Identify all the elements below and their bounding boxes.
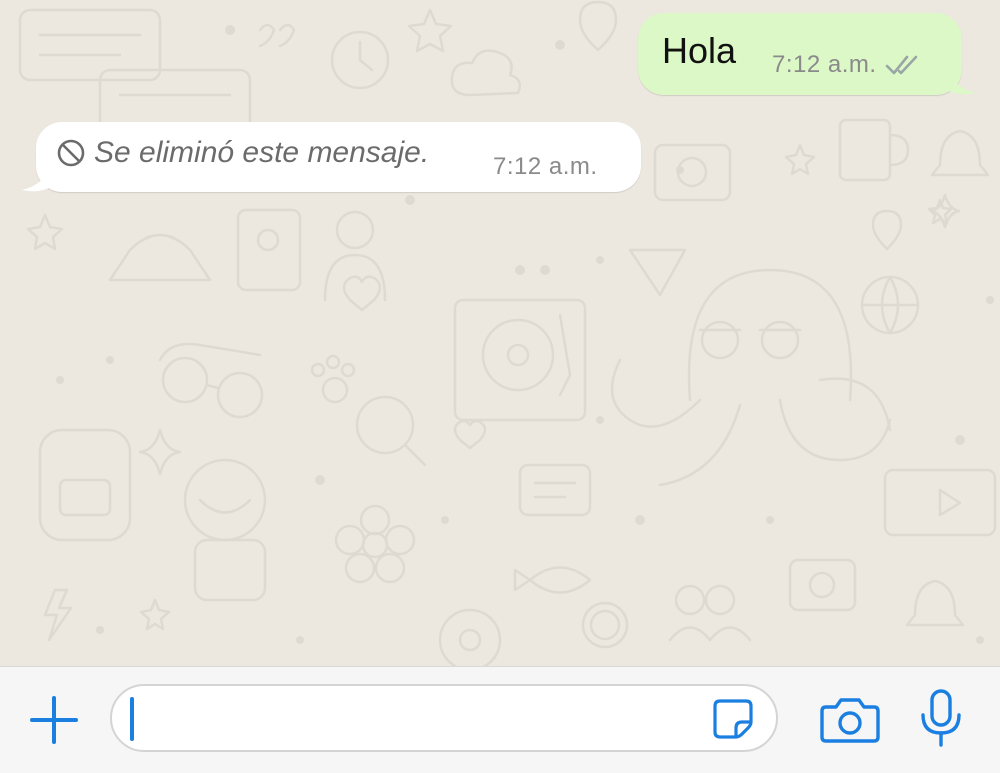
double-check-icon [885,55,917,75]
bubble-tail [946,69,976,95]
message-text: Hola [662,30,737,71]
camera-icon[interactable] [820,697,880,743]
text-caret [130,697,134,741]
sticker-icon[interactable] [712,698,754,740]
plus-icon[interactable] [28,694,80,746]
microphone-icon[interactable] [918,689,964,749]
message-meta: 7:12 a.m. [772,51,923,79]
chat-wallpaper [18,0,997,666]
deleted-message-content: Se eliminó este mensaje. [56,136,429,170]
blocked-icon [57,139,85,167]
message-input-bar [0,666,1000,773]
outgoing-message-bubble[interactable]: Hola 7:12 a.m. [638,13,976,95]
incoming-message-bubble[interactable]: Se eliminó este mensaje. 7:12 a.m. [22,122,641,192]
chat-area[interactable]: Hola 7:12 a.m. Se eliminó este mensaje. … [0,0,1000,666]
deleted-message-text: Se eliminó este mensaje. [94,136,430,169]
message-input[interactable] [110,684,778,752]
message-time: 7:12 a.m. [493,153,598,180]
message-time: 7:12 a.m. [772,51,877,78]
bubble-tail [22,166,52,192]
